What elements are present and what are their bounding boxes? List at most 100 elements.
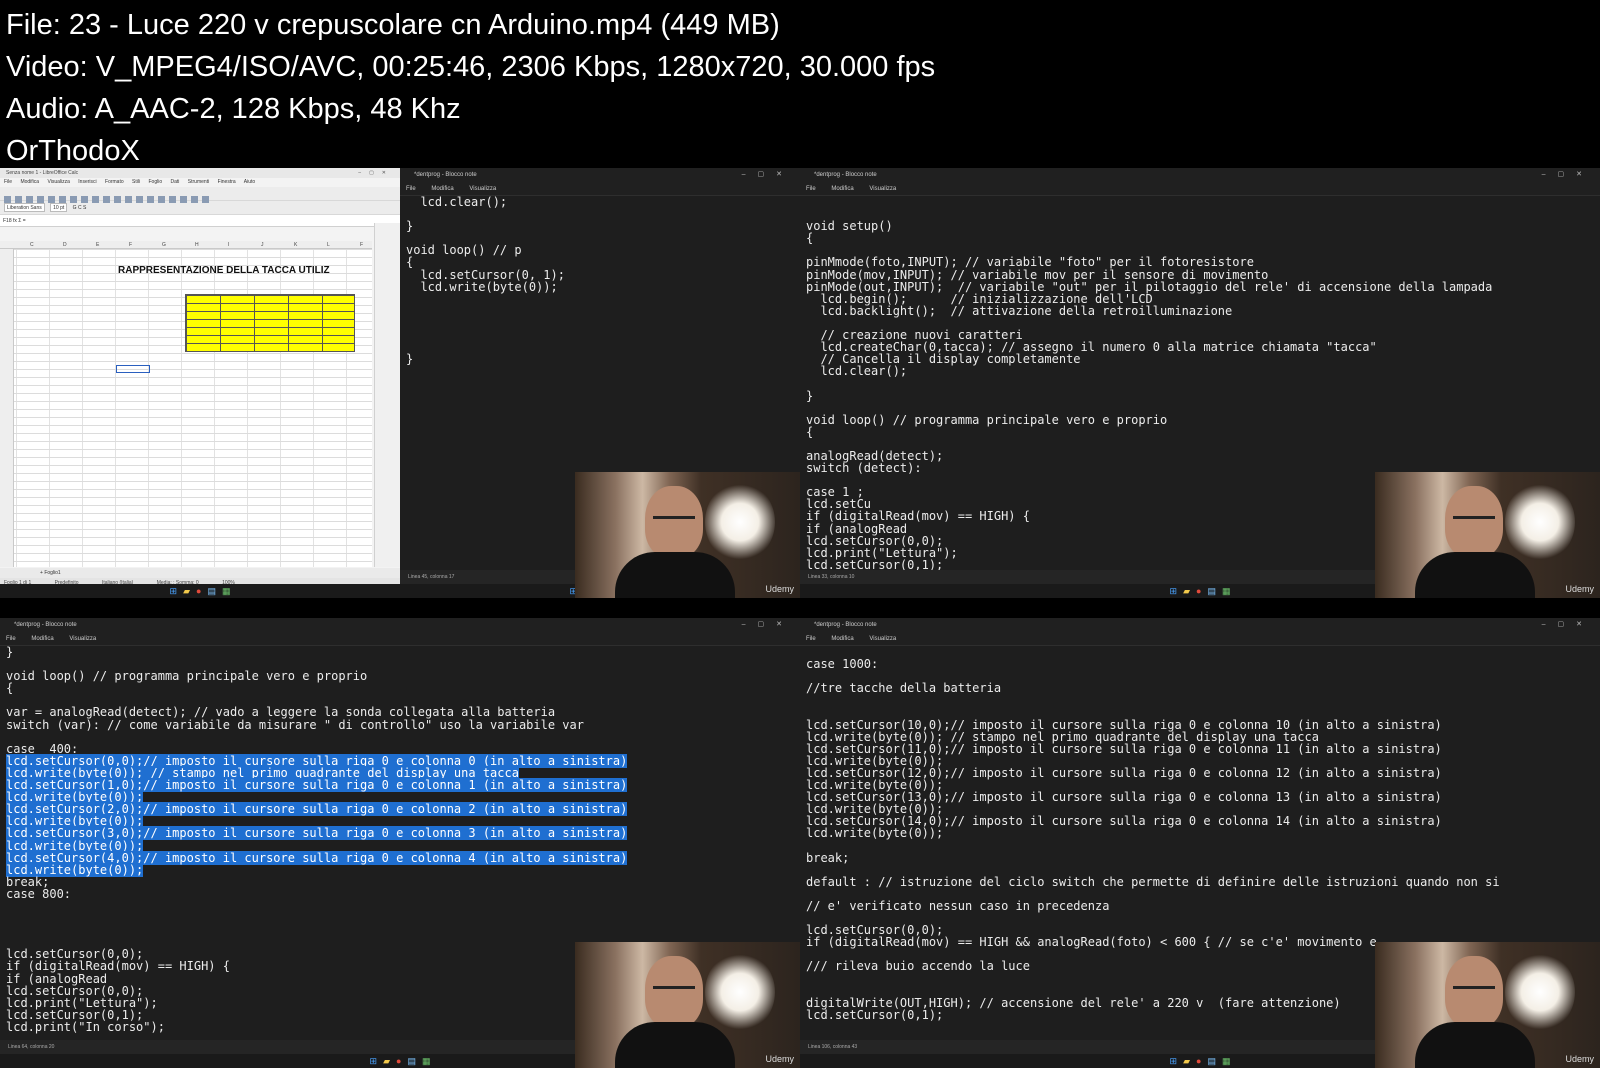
function-icon[interactable]: fx Σ = [13,218,26,224]
menu-item-modifica[interactable]: Modifica [831,636,853,642]
notepad-icon[interactable]: ▤ [1207,586,1216,596]
filter-icon[interactable] [180,196,187,203]
column-header[interactable]: E [96,241,99,249]
menu-item-formato[interactable]: Formato [105,179,124,185]
calc-icon[interactable]: ▦ [1222,1056,1231,1066]
browser-icon[interactable]: ● [1196,1056,1201,1066]
folder-icon[interactable]: ▰ [183,586,190,596]
menu-item-foglio[interactable]: Foglio [148,179,162,185]
column-header[interactable]: J [261,241,264,249]
menu-item-visualizza[interactable]: Visualizza [869,186,896,192]
window-controls[interactable]: –▢✕ [1542,168,1594,182]
menu-item-dati[interactable]: Dati [171,179,180,185]
window-controls[interactable]: –▢✕ [742,168,794,182]
browser-icon[interactable]: ● [396,1056,401,1066]
font-size-select[interactable]: 10 pt [50,203,68,212]
sheet-tab[interactable]: Foglio1 [44,570,60,576]
cell-reference-box[interactable]: F18 [3,218,12,224]
browser-icon[interactable]: ● [196,586,201,596]
windows-icon[interactable]: ⊞ [1170,1056,1178,1066]
browser-icon[interactable]: ● [1196,586,1201,596]
menu-item-aiuto[interactable]: Aiuto [244,179,255,185]
menu-item-modifica[interactable]: Modifica [431,186,453,192]
image-icon[interactable] [191,196,198,203]
spreadsheet-grid[interactable]: C D E F G H I J K L F RAPPRESENTAZIONE D… [0,241,372,567]
paste-icon[interactable] [92,196,99,203]
menu-item-modifica[interactable]: Modifica [31,636,53,642]
column-header[interactable]: H [195,241,199,249]
calc-menubar: File Modifica Visualizza Inserisci Forma… [0,178,400,187]
folder-icon[interactable]: ▰ [1183,586,1190,596]
column-header[interactable]: G [162,241,166,249]
webcam-overlay: Udemy [575,472,800,598]
print-icon[interactable] [48,196,55,203]
menu-item-file[interactable]: File [406,186,416,192]
calc-sidebar[interactable] [374,223,400,567]
window-controls[interactable]: –▢✕ [742,618,794,632]
menu-item-visualizza[interactable]: Visualizza [69,636,96,642]
italic-icon[interactable]: C [78,205,82,211]
row-icon[interactable] [147,196,154,203]
new-doc-icon[interactable] [4,196,11,203]
column-header[interactable]: C [30,241,34,249]
menu-item-modifica[interactable]: Modifica [831,186,853,192]
menu-item-file[interactable]: File [806,186,816,192]
window-controls[interactable]: –▢✕ [358,168,394,178]
menu-item-finestra[interactable]: Finestra [218,179,236,185]
menu-item-file[interactable]: File [4,179,12,185]
column-icon[interactable] [158,196,165,203]
windows-icon[interactable]: ⊞ [370,1056,378,1066]
undo-icon[interactable] [103,196,110,203]
column-header[interactable]: L [327,241,330,249]
redo-icon[interactable] [114,196,121,203]
underline-icon[interactable]: S [83,205,86,211]
sort-icon[interactable] [169,196,176,203]
notepad-menubar: File Modifica Visualizza [800,182,1600,196]
menu-item-inserisci[interactable]: Inserisci [78,179,96,185]
notepad-icon[interactable]: ▤ [407,1056,416,1066]
menu-item-file[interactable]: File [6,636,16,642]
folder-icon[interactable]: ▰ [383,1056,390,1066]
column-header[interactable]: I [228,241,229,249]
calc-icon[interactable]: ▦ [1222,586,1231,596]
tag-line: OrThodoX [6,135,140,167]
sheet-title-cell[interactable]: RAPPRESENTAZIONE DELLA TACCA UTILIZ [118,265,330,276]
menu-item-modifica[interactable]: Modifica [20,179,39,185]
folder-icon[interactable]: ▰ [1183,1056,1190,1066]
window-controls[interactable]: –▢✕ [1542,618,1594,632]
notepad-icon[interactable]: ▤ [1207,1056,1216,1066]
font-name-select[interactable]: Liberation Sans [4,203,45,212]
windows-icon[interactable]: ⊞ [170,586,178,596]
spelling-icon[interactable] [136,196,143,203]
column-header[interactable]: F [360,241,363,249]
chart-icon[interactable] [202,196,209,203]
notepad-icon[interactable]: ▤ [207,586,216,596]
column-header[interactable]: K [294,241,297,249]
windows-icon[interactable]: ⊞ [1170,586,1178,596]
menu-item-strumenti[interactable]: Strumenti [188,179,209,185]
bold-icon[interactable]: G [73,205,77,211]
open-icon[interactable] [15,196,22,203]
save-icon[interactable] [26,196,33,203]
preview-icon[interactable] [59,196,66,203]
menu-item-visualizza[interactable]: Visualizza [469,186,496,192]
menu-item-visualizza[interactable]: Visualizza [869,636,896,642]
thumbnail-calc: Senza nome 1 - LibreOffice Calc –▢✕ File… [0,168,400,598]
selected-cell[interactable] [116,365,150,373]
column-header[interactable]: F [129,241,132,249]
cut-icon[interactable] [70,196,77,203]
menu-item-file[interactable]: File [806,636,816,642]
column-header[interactable]: D [63,241,67,249]
menu-item-visualizza[interactable]: Visualizza [47,179,69,185]
calc-icon[interactable]: ▦ [422,1056,431,1066]
menu-item-stili[interactable]: Stili [132,179,140,185]
export-pdf-icon[interactable] [37,196,44,203]
yellow-cell-range[interactable] [185,294,355,352]
calc-icon[interactable]: ▦ [222,586,231,596]
find-icon[interactable] [125,196,132,203]
code-line: case 800: [6,888,800,900]
code-line: lcd.backlight(); // attivazione della re… [806,303,1233,318]
copy-icon[interactable] [81,196,88,203]
